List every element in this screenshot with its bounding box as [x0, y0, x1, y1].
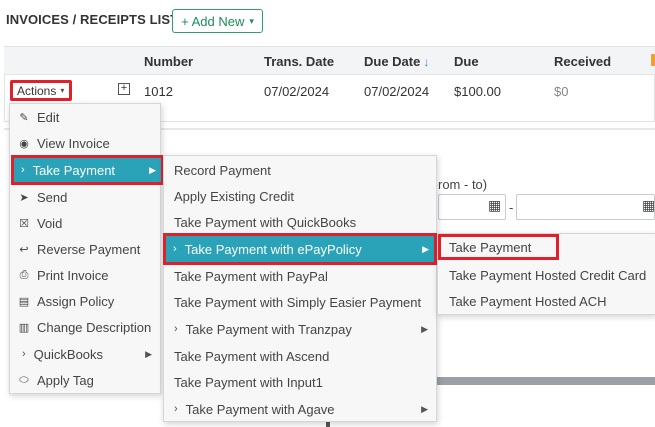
menu-item-assign-policy[interactable]: ▤ Assign Policy: [10, 288, 160, 314]
menu-item-label: Void: [37, 215, 63, 231]
menu-item-label: Take Payment: [32, 162, 116, 178]
void-x-icon: ☒: [19, 217, 29, 230]
chevron-down-icon: ▾: [60, 86, 65, 95]
menu-item-label: Take Payment with QuickBooks: [174, 214, 357, 230]
send-icon: ➤: [19, 191, 29, 204]
menu-item-apply-existing-credit[interactable]: Apply Existing Credit: [164, 183, 436, 209]
menu-item-take-payment[interactable]: › Take Payment ▶: [11, 155, 164, 185]
menu-item-take-payment-quickbooks[interactable]: Take Payment with QuickBooks: [164, 209, 436, 235]
tag-icon: ⬭: [19, 373, 29, 386]
actions-menu: ✎ Edit ◉ View Invoice › Take Payment ▶ ➤ Send…: [9, 103, 164, 394]
menu-item-label: Change Description: [37, 319, 152, 335]
chevron-right-icon: ›: [174, 403, 178, 415]
menu-item-label: Record Payment: [174, 162, 271, 178]
edit-document-icon: ▥: [18, 321, 30, 334]
menu-item-label: Take Payment Hosted Credit Card: [449, 267, 647, 283]
menu-item-label: Take Payment Hosted ACH: [449, 293, 607, 309]
menu-item-send[interactable]: ➤ Send: [10, 184, 160, 210]
horizontal-scrollbar[interactable]: [420, 377, 655, 385]
chevron-right-icon: ›: [174, 323, 178, 335]
column-overflow-marker: [651, 54, 655, 66]
edit-user-icon: ✎: [19, 111, 29, 124]
submenu-arrow-icon: ▶: [421, 403, 428, 414]
page-title: INVOICES / RECEIPTS LIST: [6, 12, 179, 27]
menu-item-epay-take-payment[interactable]: Take Payment: [438, 234, 559, 260]
menu-item-label: Take Payment with Simply Easier Payment: [174, 294, 422, 310]
cell-received: $0: [554, 84, 569, 99]
menu-item-label: Take Payment with Agave: [185, 401, 335, 417]
column-due-date[interactable]: Due Date ↓: [364, 54, 429, 69]
column-due-date-label: Due Date: [364, 54, 421, 69]
document-icon: ▤: [18, 295, 30, 308]
column-trans-date[interactable]: Trans. Date: [264, 54, 334, 69]
menu-item-label: Apply Tag: [37, 372, 94, 388]
column-due[interactable]: Due: [454, 54, 479, 69]
date-to-input[interactable]: [516, 194, 655, 220]
menu-item-label: Take Payment with Tranzpay: [185, 321, 352, 337]
menu-item-take-payment-epaypolicy[interactable]: › Take Payment with ePayPolicy ▶: [163, 233, 437, 265]
column-number[interactable]: Number: [144, 54, 193, 69]
menu-item-quickbooks[interactable]: › QuickBooks ▶: [10, 341, 160, 367]
actions-button[interactable]: Actions ▾: [10, 80, 72, 101]
menu-item-label: Take Payment with PayPal: [174, 268, 328, 284]
menu-item-take-payment-tranzpay[interactable]: › Take Payment with Tranzpay ▶: [164, 316, 436, 342]
menu-item-label: Edit: [37, 109, 60, 125]
menu-item-label: Take Payment with Input1: [174, 374, 323, 390]
menu-item-take-payment-simply-easier[interactable]: Take Payment with Simply Easier Payment: [164, 289, 436, 315]
menu-item-change-description[interactable]: ▥ Change Description: [10, 314, 160, 340]
column-received[interactable]: Received: [554, 54, 611, 69]
submenu-arrow-icon: ▶: [149, 164, 156, 175]
actions-label: Actions: [17, 83, 57, 98]
menu-item-label: Reverse Payment: [37, 241, 141, 257]
cell-due-date: 07/02/2024: [364, 84, 430, 99]
add-new-button[interactable]: + Add New ▾: [172, 9, 263, 33]
calendar-icon[interactable]: ▦: [642, 197, 655, 214]
menu-item-apply-tag[interactable]: ⬭ Apply Tag: [10, 367, 160, 393]
take-payment-submenu: Record Payment Apply Existing Credit Tak…: [163, 155, 437, 422]
menu-item-edit[interactable]: ✎ Edit: [10, 104, 160, 130]
menu-item-label: Take Payment with Ascend: [174, 348, 330, 364]
menu-item-record-payment[interactable]: Record Payment: [164, 157, 436, 183]
date-range-separator: -: [509, 200, 514, 215]
cell-due: $100.00: [454, 84, 501, 99]
menu-item-view-invoice[interactable]: ◉ View Invoice: [10, 130, 160, 156]
sort-desc-icon: ↓: [423, 55, 430, 69]
eye-icon: ◉: [19, 137, 29, 150]
menu-item-label: View Invoice: [37, 135, 110, 151]
cell-number: 1012: [144, 84, 173, 99]
epaypolicy-submenu: Take Payment Take Payment Hosted Credit …: [437, 233, 655, 315]
menu-item-take-payment-input1[interactable]: Take Payment with Input1: [164, 369, 436, 395]
menu-item-reverse-payment[interactable]: ↩ Reverse Payment: [10, 236, 160, 262]
reverse-icon: ↩: [19, 243, 29, 256]
menu-item-label: Send: [37, 189, 68, 205]
menu-item-label: Print Invoice: [37, 267, 109, 283]
chevron-right-icon: ›: [22, 348, 26, 360]
date-range-label: rom - to): [438, 177, 488, 192]
cell-trans-date: 07/02/2024: [264, 84, 330, 99]
chevron-right-icon: ›: [21, 164, 25, 176]
menu-item-void[interactable]: ☒ Void: [10, 210, 160, 236]
print-icon: ⎙: [19, 268, 29, 281]
submenu-arrow-icon: ▶: [421, 323, 428, 334]
chevron-right-icon: ›: [173, 243, 177, 255]
menu-item-label: Take Payment with ePayPolicy: [184, 241, 362, 257]
menu-item-label: Take Payment: [449, 239, 532, 255]
menu-item-label: Assign Policy: [37, 293, 115, 309]
chevron-down-icon: ▾: [249, 15, 254, 26]
menu-item-label: QuickBooks: [33, 346, 104, 362]
menu-item-take-payment-ascend[interactable]: Take Payment with Ascend: [164, 343, 436, 369]
menu-item-epay-hosted-ach[interactable]: Take Payment Hosted ACH: [438, 288, 655, 314]
menu-item-take-payment-paypal[interactable]: Take Payment with PayPal: [164, 263, 436, 289]
calendar-icon[interactable]: ▦: [488, 197, 501, 214]
menu-item-epay-hosted-credit-card[interactable]: Take Payment Hosted Credit Card: [438, 262, 655, 288]
add-new-label: + Add New: [181, 13, 245, 29]
submenu-arrow-icon: ▶: [422, 243, 429, 254]
submenu-arrow-icon: ▶: [145, 348, 152, 359]
menu-item-take-payment-agave[interactable]: › Take Payment with Agave ▶: [164, 396, 436, 422]
expand-row-icon[interactable]: +: [118, 83, 130, 95]
menu-item-label: Apply Existing Credit: [174, 188, 294, 204]
menu-item-print-invoice[interactable]: ⎙ Print Invoice: [10, 262, 160, 288]
